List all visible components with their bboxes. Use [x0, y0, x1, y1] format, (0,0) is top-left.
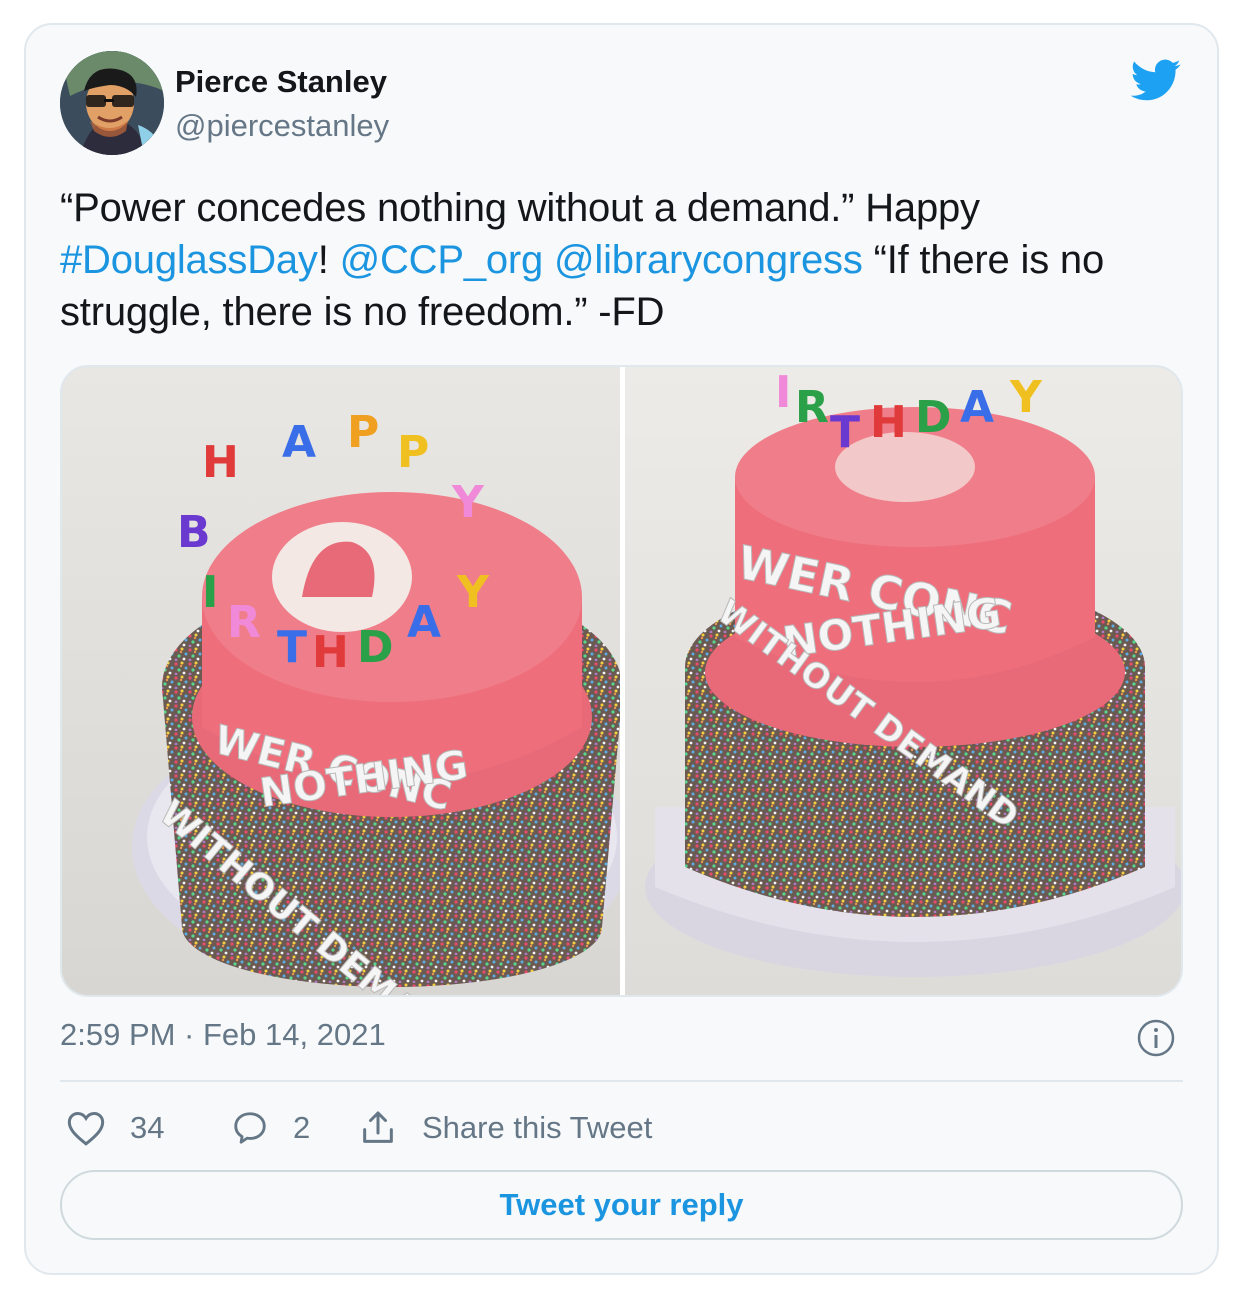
svg-text:P: P	[397, 427, 429, 478]
reply-count-button[interactable]: 2	[231, 1105, 310, 1151]
author-name[interactable]: Pierce Stanley	[175, 64, 387, 100]
share-icon	[363, 1111, 393, 1143]
svg-text:T: T	[830, 407, 860, 458]
svg-text:H: H	[870, 397, 907, 448]
reply-count: 2	[293, 1110, 311, 1145]
share-label: Share this Tweet	[422, 1110, 653, 1145]
avatar[interactable]	[60, 51, 164, 155]
mention-link[interactable]: @librarycongress	[554, 238, 863, 282]
svg-text:I: I	[775, 367, 791, 418]
author-handle[interactable]: @piercestanley	[175, 108, 389, 144]
cake-photo-left[interactable]: H A P P Y B I R T H D A Y WER CONC NOTHI…	[62, 367, 632, 995]
svg-text:H: H	[202, 437, 239, 488]
share-button[interactable]: Share this Tweet	[358, 1105, 652, 1151]
svg-text:R: R	[227, 597, 261, 648]
svg-text:H: H	[312, 627, 349, 678]
tweet-text-part	[543, 238, 554, 282]
svg-text:B: B	[177, 507, 211, 558]
svg-text:Y: Y	[1009, 372, 1043, 423]
twitter-bird-icon[interactable]	[1128, 58, 1182, 102]
divider	[60, 1080, 1183, 1082]
svg-text:A: A	[282, 417, 316, 468]
svg-text:R: R	[795, 382, 829, 433]
tweet-text-part: !	[317, 238, 340, 282]
svg-text:D: D	[915, 392, 952, 443]
tweet-timestamp[interactable]: 2:59 PM · Feb 14, 2021	[60, 1017, 386, 1053]
svg-text:A: A	[960, 382, 994, 433]
heart-icon	[67, 1111, 105, 1146]
tweet-your-reply-button[interactable]: Tweet your reply	[60, 1170, 1183, 1240]
tweet-text: “Power concedes nothing without a demand…	[60, 182, 1190, 338]
svg-text:Y: Y	[456, 567, 490, 618]
hashtag-link[interactable]: #DouglassDay	[60, 238, 318, 282]
reply-bubble-icon	[234, 1112, 266, 1144]
media-grid: H A P P Y B I R T H D A Y WER CONC NOTHI…	[60, 365, 1183, 997]
like-button[interactable]: 34	[66, 1105, 164, 1151]
avatar-illustration-icon	[60, 51, 164, 155]
svg-text:I: I	[202, 567, 218, 618]
mention-link[interactable]: @CCP_org	[340, 238, 544, 282]
tweet-text-part: “Power concedes nothing without a demand…	[60, 186, 980, 230]
svg-text:D: D	[357, 622, 394, 673]
svg-text:P: P	[347, 407, 379, 458]
svg-text:Y: Y	[451, 477, 485, 528]
like-count: 34	[130, 1110, 165, 1145]
cake-photo-right[interactable]: I R T H D A Y WER CONC NOTHING WITHOUT D…	[625, 367, 1181, 995]
svg-text:A: A	[407, 597, 441, 648]
info-icon[interactable]	[1136, 1018, 1176, 1058]
svg-text:T: T	[277, 622, 307, 673]
